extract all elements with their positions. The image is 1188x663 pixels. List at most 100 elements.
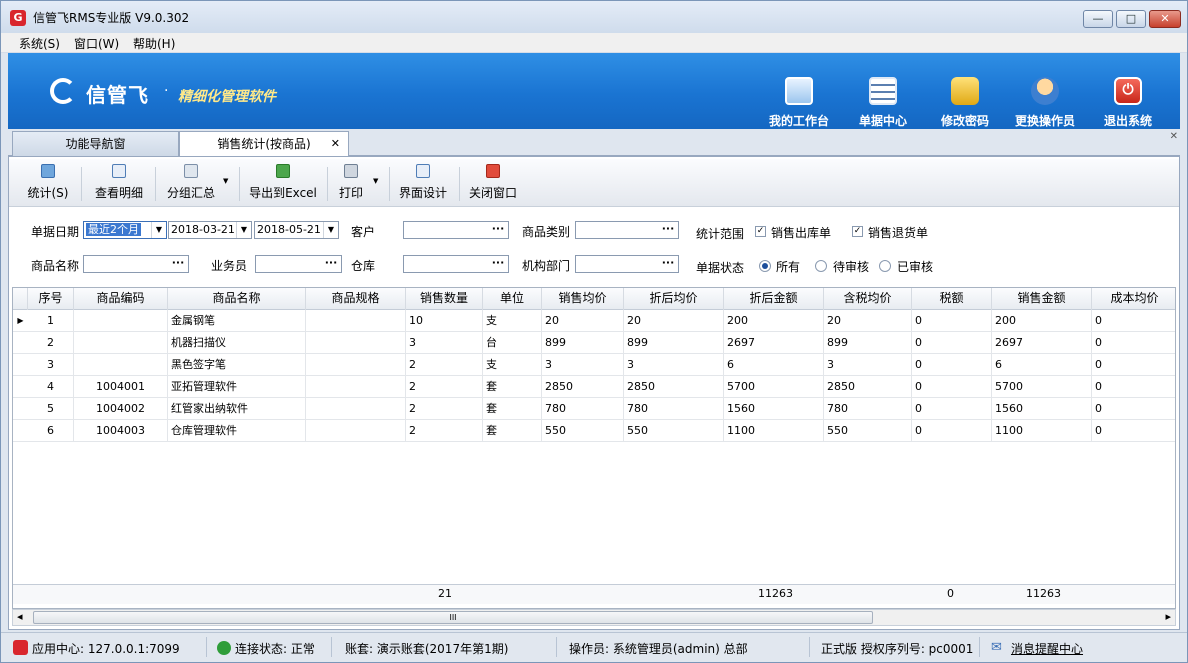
table-cell[interactable] [306,376,406,398]
sales-return-checkbox[interactable]: ✓ [852,226,863,237]
table-cell[interactable]: 套 [483,398,542,420]
table-cell[interactable]: 5700 [724,376,824,398]
table-cell[interactable]: 亚拓管理软件 [168,376,306,398]
header-cell[interactable]: 折后金额 [724,288,824,310]
category-field[interactable]: ··· [575,221,679,239]
table-cell[interactable]: 2 [406,376,483,398]
table-cell[interactable]: 套 [483,376,542,398]
table-row[interactable]: 2 机器扫描仪 3 台 899 899 2697 899 0 2697 0 [13,332,1175,354]
table-cell[interactable]: 20 [624,310,724,332]
table-cell[interactable]: 550 [542,420,624,442]
table-cell[interactable]: 0 [912,332,992,354]
table-cell[interactable]: 2 [406,398,483,420]
table-cell[interactable]: 899 [624,332,724,354]
table-cell[interactable]: 0 [1092,310,1175,332]
table-cell[interactable]: 2 [406,420,483,442]
table-cell[interactable]: 0 [912,354,992,376]
table-cell[interactable]: 550 [624,420,724,442]
table-cell[interactable]: 780 [624,398,724,420]
status-approved-radio[interactable] [879,260,891,272]
product-field[interactable]: ··· [83,255,189,273]
tab-sales-stats[interactable]: 销售统计(按商品) ✕ [179,131,349,157]
table-cell[interactable]: 1560 [992,398,1092,420]
menu-window[interactable]: 窗口(W) [74,35,119,52]
menu-help[interactable]: 帮助(H) [133,35,175,52]
header-cell[interactable]: 销售数量 [406,288,483,310]
table-cell[interactable]: 仓库管理软件 [168,420,306,442]
close-window-button[interactable]: 关闭窗口 [467,164,519,204]
table-cell[interactable]: 6 [28,420,74,442]
tab-close-icon[interactable]: ✕ [331,132,340,156]
table-cell[interactable]: 黑色签字笔 [168,354,306,376]
table-cell[interactable]: 3 [542,354,624,376]
header-cell[interactable]: 销售均价 [542,288,624,310]
message-center-link[interactable]: 消息提醒中心 [1011,640,1083,657]
table-cell[interactable]: 0 [912,420,992,442]
table-cell[interactable]: 3 [28,354,74,376]
date-to-field[interactable]: 2018-05-21 ▼ [254,221,339,239]
warehouse-browse-icon[interactable]: ··· [488,256,508,272]
table-cell[interactable]: 0 [1092,376,1175,398]
table-cell[interactable]: 支 [483,354,542,376]
table-cell[interactable]: 550 [824,420,912,442]
table-cell[interactable]: 3 [406,332,483,354]
table-cell[interactable]: 0 [1092,420,1175,442]
customer-browse-icon[interactable]: ··· [488,222,508,238]
table-cell[interactable]: 3 [624,354,724,376]
scrollbar-thumb[interactable]: III [33,611,873,624]
table-cell[interactable] [306,398,406,420]
table-cell[interactable]: 200 [724,310,824,332]
table-cell[interactable] [74,354,168,376]
table-cell[interactable]: 1004001 [74,376,168,398]
header-cell[interactable]: 税额 [912,288,992,310]
maximize-button[interactable]: □ [1116,10,1146,28]
customer-field[interactable]: ··· [403,221,509,239]
table-cell[interactable]: 1560 [724,398,824,420]
table-cell[interactable]: 6 [724,354,824,376]
table-row[interactable]: 5 1004002 红管家出纳软件 2 套 780 780 1560 780 0 1560 0 [13,398,1175,420]
header-cell[interactable]: 商品名称 [168,288,306,310]
group-summary-button[interactable]: 分组汇总 [163,164,219,204]
table-cell[interactable]: 机器扫描仪 [168,332,306,354]
table-cell[interactable]: 5 [28,398,74,420]
table-cell[interactable]: 10 [406,310,483,332]
table-cell[interactable]: 2 [406,354,483,376]
header-cell[interactable]: 序号 [28,288,74,310]
date-to-dropdown-icon[interactable]: ▼ [323,222,338,238]
table-cell[interactable]: 899 [824,332,912,354]
date-from-dropdown-icon[interactable]: ▼ [236,222,251,238]
status-pending-radio[interactable] [815,260,827,272]
scroll-right-icon[interactable]: ▸ [1165,610,1171,623]
table-cell[interactable]: 2697 [724,332,824,354]
print-button[interactable]: 打印 [335,164,367,204]
table-cell[interactable]: 0 [912,398,992,420]
table-cell[interactable]: 1100 [992,420,1092,442]
category-browse-icon[interactable]: ··· [658,222,678,238]
header-cell[interactable]: 折后均价 [624,288,724,310]
table-cell[interactable]: 0 [1092,332,1175,354]
view-detail-button[interactable]: 查看明细 [91,164,147,204]
table-row[interactable]: ▶ 1 金属钢笔 10 支 20 20 200 20 0 200 0 [13,310,1175,332]
table-cell[interactable]: 6 [992,354,1092,376]
table-cell[interactable]: 红管家出纳软件 [168,398,306,420]
print-dropdown-icon[interactable]: ▼ [373,177,378,185]
table-cell[interactable] [306,420,406,442]
table-cell[interactable]: 金属钢笔 [168,310,306,332]
switch-operator-button[interactable]: 更换操作员 [1005,77,1085,129]
menu-system[interactable]: 系统(S) [19,35,60,52]
layout-design-button[interactable]: 界面设计 [397,164,449,204]
product-browse-icon[interactable]: ··· [168,256,188,272]
header-cell[interactable]: 成本均价 [1092,288,1175,310]
table-cell[interactable]: 2697 [992,332,1092,354]
pane-close-icon[interactable]: ✕ [1170,131,1178,142]
table-cell[interactable]: 台 [483,332,542,354]
table-cell[interactable]: 0 [1092,398,1175,420]
table-cell[interactable]: 4 [28,376,74,398]
table-cell[interactable]: 2 [28,332,74,354]
date-from-field[interactable]: 2018-03-21 ▼ [168,221,252,239]
table-cell[interactable]: 支 [483,310,542,332]
minimize-button[interactable]: — [1083,10,1113,28]
table-row[interactable]: 6 1004003 仓库管理软件 2 套 550 550 1100 550 0 1100 0 [13,420,1175,442]
table-cell[interactable]: 20 [824,310,912,332]
table-cell[interactable]: 780 [542,398,624,420]
